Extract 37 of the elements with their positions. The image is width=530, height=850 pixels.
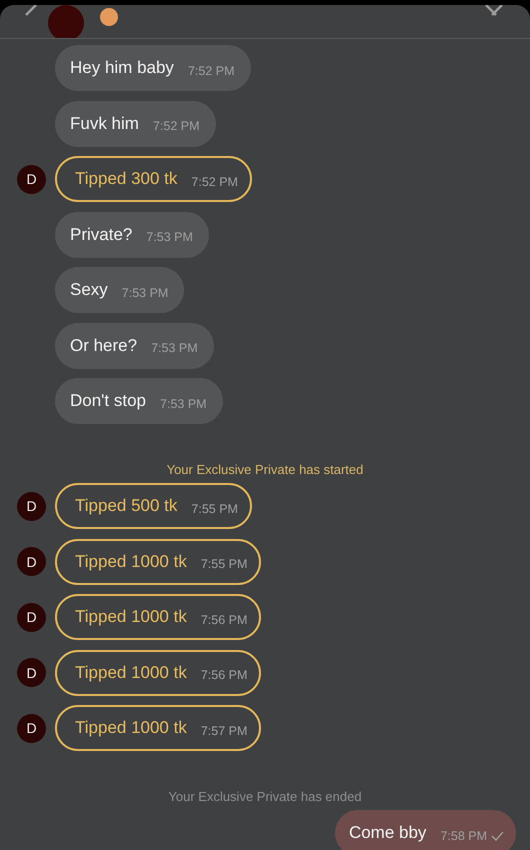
avatar[interactable]: D bbox=[17, 658, 46, 687]
timestamp: 7:57 PM bbox=[200, 724, 248, 738]
timestamp: 7:53 PM bbox=[151, 341, 198, 355]
timestamp: 7:53 PM bbox=[122, 286, 168, 300]
timestamp: 7:55 PM bbox=[191, 502, 238, 516]
back-icon[interactable] bbox=[24, 5, 38, 17]
message-text: Tipped 300 tk bbox=[75, 169, 178, 189]
message-text: Come bby bbox=[348, 823, 426, 843]
message-text: Or here? bbox=[70, 336, 138, 356]
avatar[interactable]: D bbox=[17, 714, 46, 742]
timestamp: 7:52 PM bbox=[152, 119, 200, 133]
avatar[interactable]: D bbox=[17, 547, 46, 576]
message-text: Sexy bbox=[70, 280, 108, 300]
timestamp: 7:58 PM bbox=[440, 828, 487, 842]
message-text: Tipped 1000 tk bbox=[75, 607, 187, 627]
timestamp: 7:53 PM bbox=[146, 230, 193, 244]
avatar[interactable]: D bbox=[17, 602, 46, 632]
timestamp: 7:53 PM bbox=[160, 396, 207, 410]
message-text: Tipped 1000 tk bbox=[75, 662, 187, 682]
system-message: Your Exclusive Private has ended bbox=[168, 788, 362, 804]
message-text: Private? bbox=[70, 224, 132, 244]
avatar[interactable]: D bbox=[17, 164, 46, 194]
close-icon[interactable] bbox=[484, 5, 504, 17]
avatar[interactable]: D bbox=[17, 492, 46, 520]
badge-icon bbox=[100, 8, 118, 26]
timestamp: 7:52 PM bbox=[191, 174, 238, 188]
timestamp: 7:52 PM bbox=[188, 64, 234, 78]
timestamp: 7:56 PM bbox=[200, 668, 248, 682]
message-text: Tipped 500 tk bbox=[75, 496, 178, 516]
timestamp: 7:55 PM bbox=[200, 557, 248, 571]
message-text: Hey him baby bbox=[70, 58, 174, 78]
system-message: Your Exclusive Private has started bbox=[166, 462, 364, 476]
message-text: Tipped 1000 tk bbox=[75, 552, 187, 572]
message-text: Don't stop bbox=[70, 391, 146, 411]
message-text: Tipped 1000 tk bbox=[75, 718, 187, 738]
timestamp: 7:56 PM bbox=[200, 612, 248, 626]
message-text: Fuvk him bbox=[70, 114, 139, 134]
